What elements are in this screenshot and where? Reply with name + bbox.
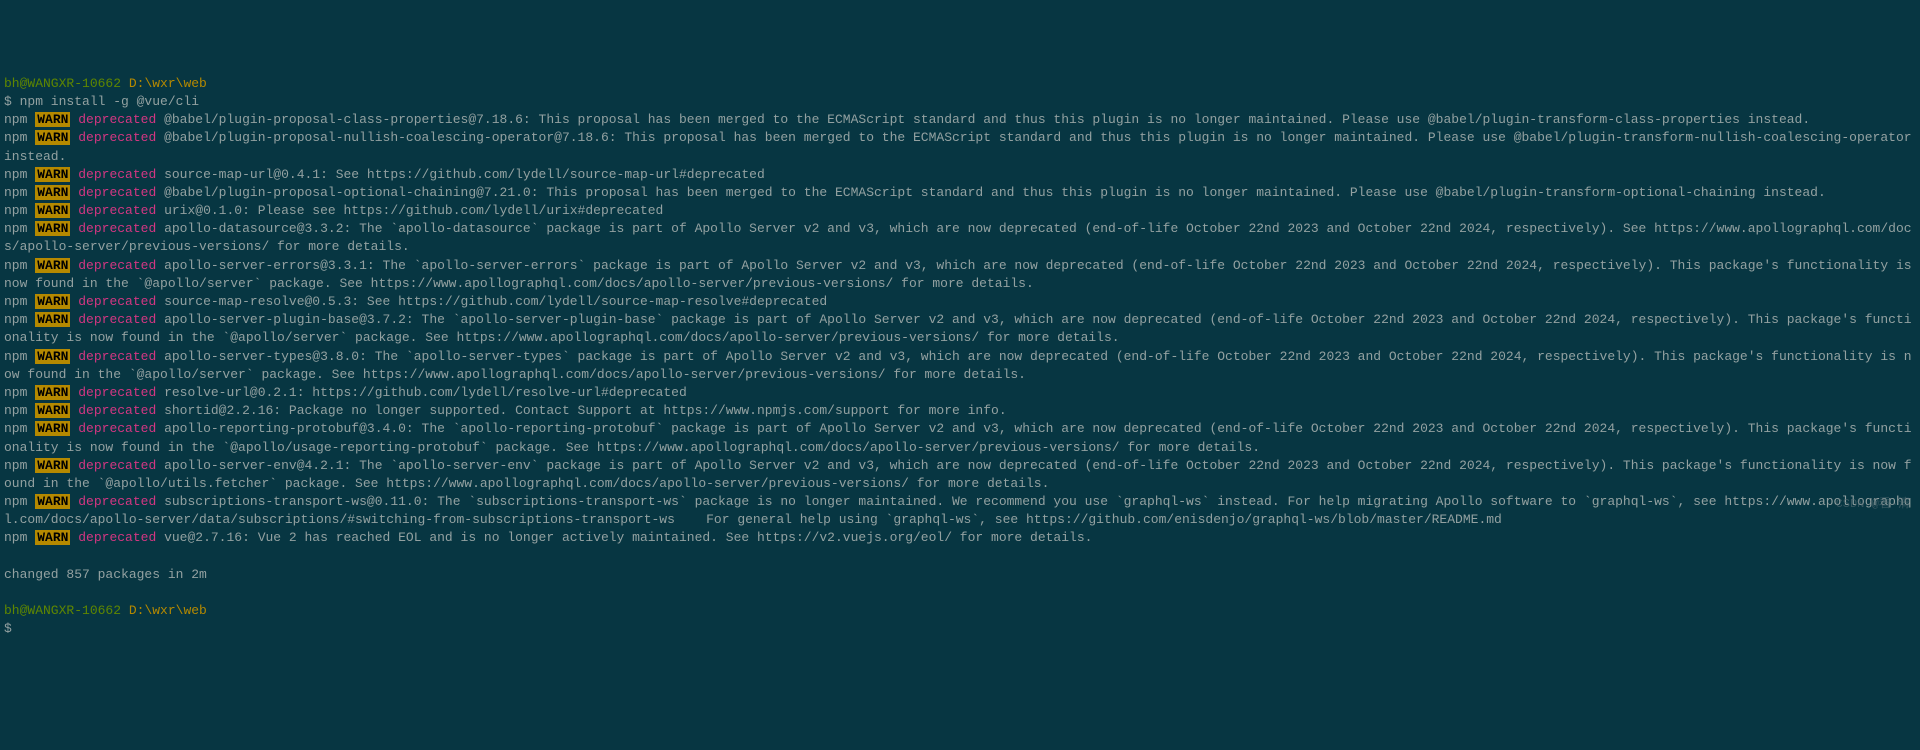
deprecated-label: deprecated xyxy=(78,530,156,545)
warn-label: WARN xyxy=(35,221,70,236)
warn-label: WARN xyxy=(35,203,70,218)
warning-line: npm WARN deprecated apollo-server-env@4.… xyxy=(4,457,1916,493)
npm-label: npm xyxy=(4,112,27,127)
deprecated-label: deprecated xyxy=(78,112,156,127)
result-line: changed 857 packages in 2m xyxy=(4,566,1916,584)
warning-message: @babel/plugin-proposal-nullish-coalescin… xyxy=(4,130,1919,163)
npm-label: npm xyxy=(4,458,27,473)
warn-label: WARN xyxy=(35,403,70,418)
npm-label: npm xyxy=(4,294,27,309)
npm-label: npm xyxy=(4,385,27,400)
npm-label: npm xyxy=(4,403,27,418)
warn-label: WARN xyxy=(35,421,70,436)
warn-label: WARN xyxy=(35,385,70,400)
npm-label: npm xyxy=(4,258,27,273)
deprecated-label: deprecated xyxy=(78,294,156,309)
warning-message: @babel/plugin-proposal-optional-chaining… xyxy=(164,185,1826,200)
npm-label: npm xyxy=(4,130,27,145)
deprecated-label: deprecated xyxy=(78,185,156,200)
warn-label: WARN xyxy=(35,167,70,182)
npm-label: npm xyxy=(4,185,27,200)
npm-label: npm xyxy=(4,312,27,327)
warning-message: apollo-datasource@3.3.2: The `apollo-dat… xyxy=(4,221,1912,254)
deprecated-label: deprecated xyxy=(78,421,156,436)
warning-line: npm WARN deprecated apollo-reporting-pro… xyxy=(4,420,1916,456)
warning-message: @babel/plugin-proposal-class-properties@… xyxy=(164,112,1810,127)
warning-line: npm WARN deprecated subscriptions-transp… xyxy=(4,493,1916,529)
warning-message: source-map-url@0.4.1: See https://github… xyxy=(164,167,765,182)
watermark: CSDN @看-清 xyxy=(1836,496,1910,513)
warning-line: npm WARN deprecated apollo-server-errors… xyxy=(4,257,1916,293)
prompt-user: bh@WANGXR-10662 xyxy=(4,76,121,91)
warn-label: WARN xyxy=(35,185,70,200)
warning-line: npm WARN deprecated urix@0.1.0: Please s… xyxy=(4,202,1916,220)
warning-message: shortid@2.2.16: Package no longer suppor… xyxy=(164,403,1007,418)
deprecated-label: deprecated xyxy=(78,258,156,273)
command-line: $ npm install -g @vue/cli xyxy=(4,93,1916,111)
deprecated-label: deprecated xyxy=(78,203,156,218)
warning-message: apollo-server-errors@3.3.1: The `apollo-… xyxy=(4,258,1919,291)
warning-line: npm WARN deprecated @babel/plugin-propos… xyxy=(4,129,1916,165)
deprecated-label: deprecated xyxy=(78,221,156,236)
npm-label: npm xyxy=(4,203,27,218)
warning-line: npm WARN deprecated @babel/plugin-propos… xyxy=(4,111,1916,129)
npm-label: npm xyxy=(4,530,27,545)
deprecated-label: deprecated xyxy=(78,403,156,418)
npm-label: npm xyxy=(4,167,27,182)
deprecated-label: deprecated xyxy=(78,385,156,400)
npm-label: npm xyxy=(4,494,27,509)
deprecated-label: deprecated xyxy=(78,130,156,145)
warn-label: WARN xyxy=(35,312,70,327)
warn-label: WARN xyxy=(35,349,70,364)
warning-line: npm WARN deprecated resolve-url@0.2.1: h… xyxy=(4,384,1916,402)
prompt-line: bh@WANGXR-10662 D:\wxr\web xyxy=(4,602,1916,620)
warning-message: apollo-reporting-protobuf@3.4.0: The `ap… xyxy=(4,421,1912,454)
deprecated-label: deprecated xyxy=(78,312,156,327)
warn-label: WARN xyxy=(35,494,70,509)
warning-line: npm WARN deprecated source-map-resolve@0… xyxy=(4,293,1916,311)
terminal-output[interactable]: bh@WANGXR-10662 D:\wxr\web$ npm install … xyxy=(4,75,1916,639)
warning-message: subscriptions-transport-ws@0.11.0: The `… xyxy=(4,494,1912,527)
warning-line: npm WARN deprecated vue@2.7.16: Vue 2 ha… xyxy=(4,529,1916,547)
warn-label: WARN xyxy=(35,130,70,145)
warning-message: source-map-resolve@0.5.3: See https://gi… xyxy=(164,294,827,309)
warning-line: npm WARN deprecated shortid@2.2.16: Pack… xyxy=(4,402,1916,420)
warning-line: npm WARN deprecated apollo-server-plugin… xyxy=(4,311,1916,347)
warn-label: WARN xyxy=(35,294,70,309)
npm-label: npm xyxy=(4,421,27,436)
warn-label: WARN xyxy=(35,458,70,473)
warn-label: WARN xyxy=(35,530,70,545)
warning-line: npm WARN deprecated apollo-server-types@… xyxy=(4,348,1916,384)
prompt-line: bh@WANGXR-10662 D:\wxr\web xyxy=(4,75,1916,93)
warning-message: resolve-url@0.2.1: https://github.com/ly… xyxy=(164,385,687,400)
warning-message: apollo-server-types@3.8.0: The `apollo-s… xyxy=(4,349,1912,382)
prompt-path: D:\wxr\web xyxy=(129,603,207,618)
deprecated-label: deprecated xyxy=(78,167,156,182)
warn-label: WARN xyxy=(35,112,70,127)
cursor-line[interactable]: $ xyxy=(4,620,1916,638)
warning-line: npm WARN deprecated source-map-url@0.4.1… xyxy=(4,166,1916,184)
deprecated-label: deprecated xyxy=(78,494,156,509)
npm-label: npm xyxy=(4,221,27,236)
warning-message: apollo-server-plugin-base@3.7.2: The `ap… xyxy=(4,312,1912,345)
warn-label: WARN xyxy=(35,258,70,273)
warning-message: apollo-server-env@4.2.1: The `apollo-ser… xyxy=(4,458,1912,491)
deprecated-label: deprecated xyxy=(78,458,156,473)
deprecated-label: deprecated xyxy=(78,349,156,364)
prompt-path: D:\wxr\web xyxy=(129,76,207,91)
warning-message: urix@0.1.0: Please see https://github.co… xyxy=(164,203,663,218)
npm-label: npm xyxy=(4,349,27,364)
warning-line: npm WARN deprecated apollo-datasource@3.… xyxy=(4,220,1916,256)
prompt-user: bh@WANGXR-10662 xyxy=(4,603,121,618)
warning-message: vue@2.7.16: Vue 2 has reached EOL and is… xyxy=(164,530,1092,545)
warning-line: npm WARN deprecated @babel/plugin-propos… xyxy=(4,184,1916,202)
